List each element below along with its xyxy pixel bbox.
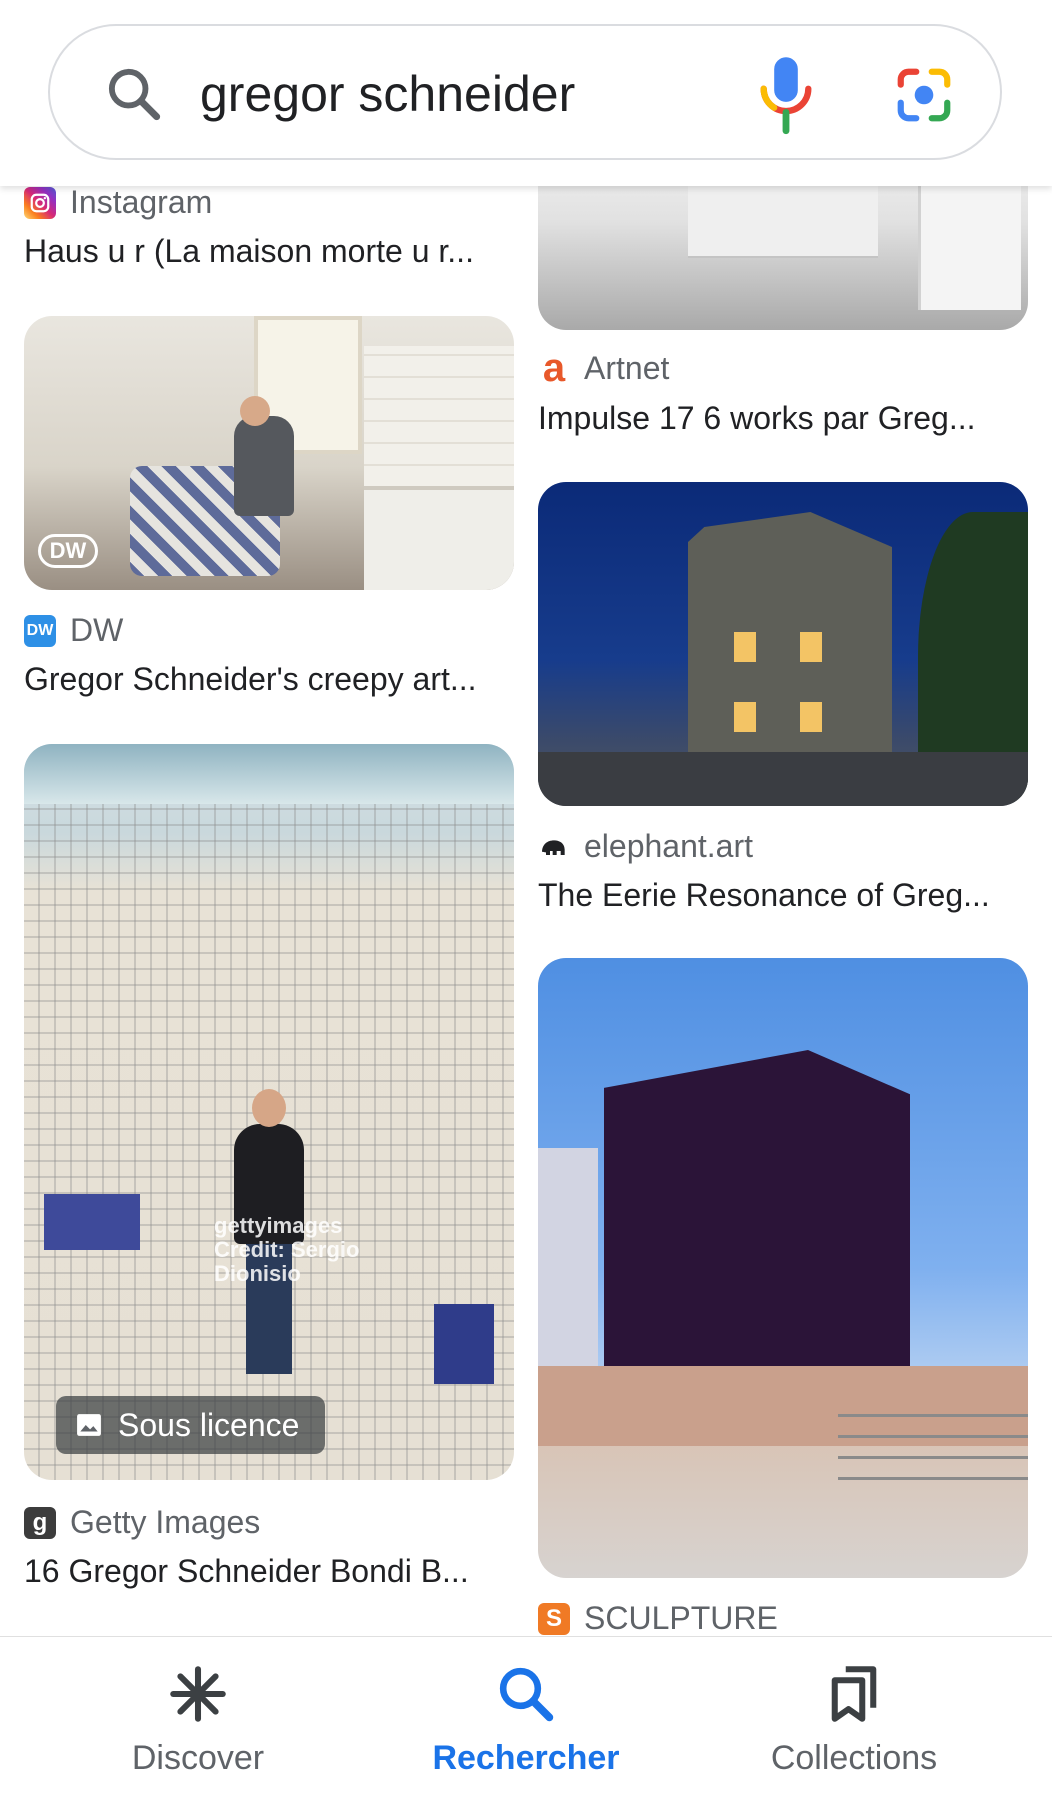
nav-discover[interactable]: Discover (48, 1637, 348, 1801)
result-source: g Getty Images (24, 1504, 260, 1541)
result-source: DW DW (24, 612, 123, 649)
result-source-label: Artnet (584, 350, 670, 386)
house-facade (688, 512, 892, 762)
nav-label: Discover (131, 1739, 265, 1777)
search-query[interactable]: gregor schneider (200, 62, 575, 126)
search-icon[interactable] (102, 62, 166, 126)
lit-window (734, 632, 756, 662)
blue-bin (434, 1304, 494, 1384)
room-door (918, 180, 1021, 310)
sea-strip (24, 744, 514, 804)
getty-icon: g (24, 1506, 56, 1539)
license-badge[interactable]: Sous licence (56, 1396, 326, 1454)
lit-window (800, 632, 822, 662)
dw-icon: DW (24, 614, 56, 647)
search-bar[interactable]: gregor schneider (48, 24, 1002, 160)
kitchen-tiles (364, 346, 514, 486)
result-title[interactable]: Gregor Schneider's creepy art... (24, 661, 504, 698)
bottom-navigation: Discover Rechercher Collections (0, 1636, 1052, 1801)
lit-window (800, 702, 822, 732)
result-source-label: Instagram (70, 184, 213, 220)
room-back-wall (688, 186, 878, 258)
black-cube (604, 1050, 910, 1366)
result-source: Instagram (24, 184, 212, 221)
railing (838, 1398, 1028, 1498)
image-icon (77, 1414, 101, 1436)
result-title[interactable]: Haus u r (La maison morte u r... (24, 233, 504, 270)
result-title[interactable]: 16 Gregor Schneider Bondi B... (24, 1553, 504, 1590)
result-source-label: elephant.art (584, 828, 754, 864)
result-source: a Artnet (538, 346, 670, 390)
mic-icon[interactable] (754, 52, 818, 136)
nav-search[interactable]: Rechercher (376, 1637, 676, 1801)
bookmarks-icon (831, 1666, 877, 1722)
result-source: elephant.art (538, 828, 753, 865)
artnet-icon: a (542, 346, 566, 390)
search-icon (499, 1667, 554, 1722)
lens-icon[interactable] (892, 64, 956, 126)
street (538, 752, 1028, 806)
result-source: S SCULPTURE (538, 1600, 778, 1637)
result-image-black-cube[interactable] (538, 958, 1028, 1578)
nav-label: Rechercher (432, 1739, 620, 1777)
search-header: gregor schneider (0, 0, 1052, 186)
person-head (240, 396, 270, 426)
license-badge-label: Sous licence (118, 1406, 300, 1443)
result-source-label: SCULPTURE (584, 1600, 778, 1636)
kitchen-cabinet (364, 486, 514, 590)
lit-window (734, 702, 756, 732)
result-image-beach-cages[interactable]: gettyimages Credit: Sergio Dionisio Sous… (24, 744, 514, 1480)
result-image-kitchen[interactable]: DW (24, 316, 514, 590)
instagram-icon (24, 186, 56, 219)
result-title[interactable]: The Eerie Resonance of Greg... (538, 877, 1018, 914)
blue-mat (44, 1194, 140, 1250)
result-source-label: DW (70, 612, 124, 648)
nav-collections[interactable]: Collections (704, 1637, 1004, 1801)
building (538, 1148, 598, 1368)
sculpture-icon: S (538, 1602, 570, 1635)
result-title[interactable]: Impulse 17 6 works par Greg... (538, 400, 1018, 437)
dw-logo: DW (38, 534, 98, 568)
result-source-label: Getty Images (70, 1504, 261, 1540)
seated-person (234, 416, 294, 516)
elephant-icon (542, 839, 565, 855)
asterisk-icon (170, 1666, 226, 1722)
nav-label: Collections (770, 1739, 938, 1777)
getty-watermark: gettyimages Credit: Sergio Dionisio (214, 1213, 360, 1286)
result-image-house-night[interactable] (538, 482, 1028, 806)
person-head (252, 1089, 286, 1127)
